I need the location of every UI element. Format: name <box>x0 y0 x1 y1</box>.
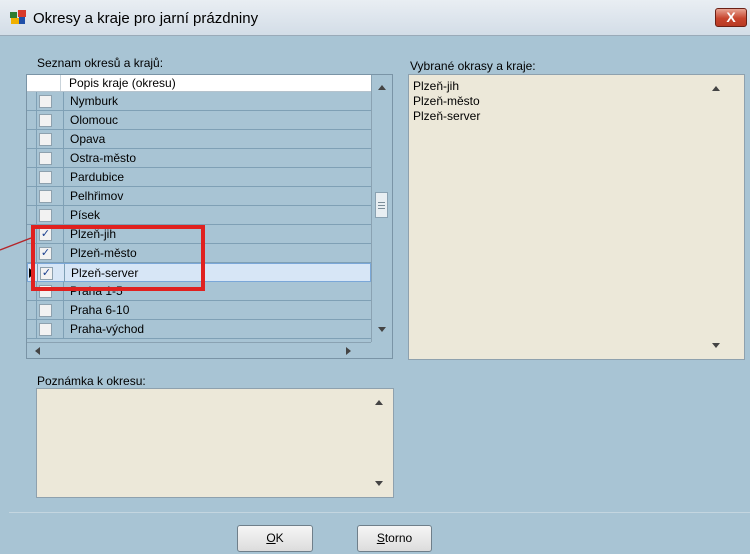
district-checkbox[interactable]: ✓ <box>40 267 53 280</box>
scroll-right-icon[interactable] <box>346 347 351 355</box>
selected-item: Plzeň-server <box>413 109 481 123</box>
district-name: Praha-východ <box>63 320 370 338</box>
note-memo[interactable] <box>36 388 394 498</box>
district-name: Plzeň-server <box>64 264 371 282</box>
district-row[interactable]: Nymburk <box>27 92 371 111</box>
district-row[interactable]: Olomouc <box>27 111 371 130</box>
memo-scroll-up-icon[interactable] <box>712 86 720 91</box>
scroll-left-icon[interactable] <box>35 347 40 355</box>
district-row[interactable]: Ostra-město <box>27 149 371 168</box>
selected-item: Plzeň-město <box>413 94 480 108</box>
district-row[interactable]: ✓ Plzeň-město <box>27 244 371 263</box>
row-indicator <box>27 130 37 148</box>
memo-scroll-down-icon[interactable] <box>712 343 720 348</box>
selected-item: Plzeň-jih <box>413 79 460 93</box>
district-checkbox[interactable] <box>39 114 52 127</box>
district-name: Písek <box>63 206 370 224</box>
district-checkbox[interactable] <box>39 209 52 222</box>
row-indicator <box>27 168 37 186</box>
district-name: Opava <box>63 130 370 148</box>
district-row[interactable]: Praha 1-5 <box>27 282 371 301</box>
selected-districts-memo[interactable]: Plzeň-jih Plzeň-město Plzeň-server <box>408 74 745 360</box>
selected-list: Plzeň-jih Plzeň-město Plzeň-server <box>413 79 480 124</box>
district-checkbox[interactable] <box>39 171 52 184</box>
district-row[interactable]: Opava <box>27 130 371 149</box>
row-indicator <box>27 149 37 167</box>
note-scroll-down-icon[interactable] <box>375 481 383 486</box>
district-row[interactable]: Praha 6-10 <box>27 301 371 320</box>
district-name: Nymburk <box>63 92 370 110</box>
row-indicator <box>27 320 37 338</box>
district-checkbox[interactable]: ✓ <box>39 247 52 260</box>
districts-grid: Popis kraje (okresu) Nymburk Olomouc Opava… <box>26 74 393 359</box>
cancel-label-rest: torno <box>384 531 413 545</box>
selected-label: Vybrané okrasy a kraje: <box>410 59 536 73</box>
district-checkbox[interactable]: ✓ <box>39 228 52 241</box>
row-indicator <box>28 264 38 282</box>
district-checkbox[interactable] <box>39 95 52 108</box>
note-label: Poznámka k okresu: <box>37 374 146 388</box>
district-name: Plzeň-město <box>63 244 370 262</box>
ok-button[interactable]: OK <box>237 525 313 552</box>
district-row[interactable]: ✓ Plzeň-jih <box>27 225 371 244</box>
scroll-corner <box>371 342 392 358</box>
district-name: Praha 6-10 <box>63 301 370 319</box>
current-row-pointer-icon <box>29 268 35 278</box>
district-row[interactable]: Pardubice <box>27 168 371 187</box>
row-indicator <box>27 92 37 110</box>
vertical-scrollbar[interactable] <box>371 75 392 342</box>
district-checkbox[interactable] <box>39 152 52 165</box>
district-row[interactable]: ✓ Plzeň-server <box>27 263 371 282</box>
app-icon <box>10 10 26 24</box>
scroll-down-icon[interactable] <box>378 327 386 332</box>
district-checkbox[interactable] <box>39 190 52 203</box>
grid-rows: Nymburk Olomouc Opava Ostra-město Pardubice P… <box>27 92 371 342</box>
district-checkbox[interactable] <box>39 323 52 336</box>
close-button[interactable]: X <box>715 8 747 27</box>
window-title: Okresy a kraje pro jarní prázdniny <box>33 10 259 27</box>
row-indicator <box>27 225 37 243</box>
title-bar: Okresy a kraje pro jarní prázdniny X <box>0 0 750 36</box>
row-indicator <box>27 187 37 205</box>
district-checkbox[interactable] <box>39 304 52 317</box>
district-checkbox[interactable] <box>39 133 52 146</box>
districts-label: Seznam okresů a krajů: <box>37 56 164 70</box>
row-indicator <box>27 282 37 300</box>
cancel-button[interactable]: Storno <box>357 525 432 552</box>
district-name: Ostra-město <box>63 149 370 167</box>
district-row[interactable]: Praha-východ <box>27 320 371 339</box>
ok-accel-key: O <box>266 531 276 545</box>
ok-label-rest: K <box>275 531 284 545</box>
district-name: Pardubice <box>63 168 370 186</box>
horizontal-scrollbar[interactable] <box>27 342 371 358</box>
row-indicator <box>27 111 37 129</box>
grid-header: Popis kraje (okresu) <box>27 75 375 92</box>
column-header-description[interactable]: Popis kraje (okresu) <box>60 75 369 91</box>
district-name: Plzeň-jih <box>63 225 370 243</box>
district-name: Pelhřimov <box>63 187 370 205</box>
district-checkbox[interactable] <box>39 285 52 298</box>
district-name: Praha 1-5 <box>63 282 370 300</box>
district-row[interactable]: Pelhřimov <box>27 187 371 206</box>
cancel-accel-key: S <box>376 531 385 545</box>
row-indicator <box>27 301 37 319</box>
note-scroll-up-icon[interactable] <box>375 400 383 405</box>
scroll-up-icon[interactable] <box>378 85 386 90</box>
row-indicator <box>27 206 37 224</box>
district-row[interactable]: Písek <box>27 206 371 225</box>
row-indicator <box>27 244 37 262</box>
scroll-thumb[interactable] <box>375 192 388 218</box>
district-name: Olomouc <box>63 111 370 129</box>
